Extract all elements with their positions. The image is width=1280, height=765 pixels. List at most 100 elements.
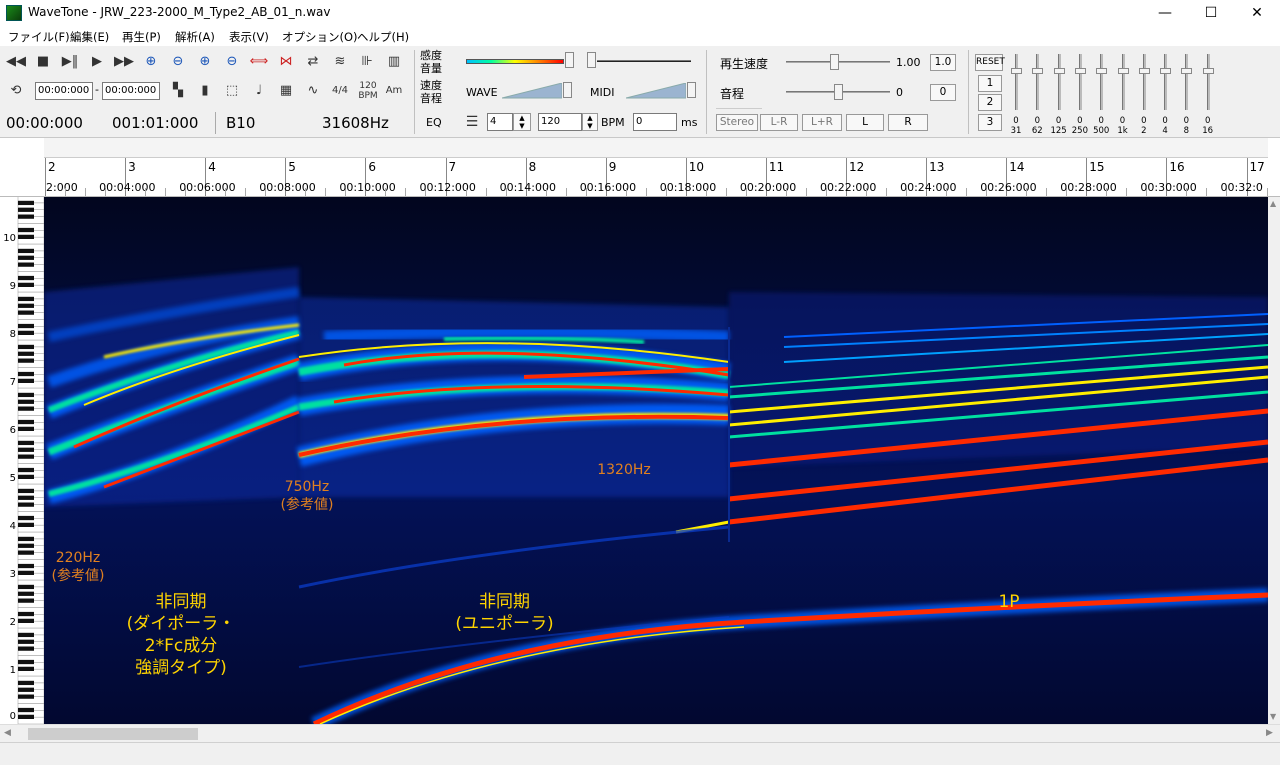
zoom-out-vertical-icon[interactable]: ⊖ xyxy=(222,52,242,72)
black-key[interactable] xyxy=(18,262,34,267)
black-key[interactable] xyxy=(18,392,34,398)
eq-preset-1-button[interactable]: 1 xyxy=(978,75,1002,92)
table-icon[interactable]: ▦ xyxy=(276,81,296,101)
black-key[interactable] xyxy=(18,310,34,315)
right-channel-button[interactable]: R xyxy=(888,114,928,131)
black-key[interactable] xyxy=(18,488,34,494)
menu-file[interactable]: ファイル(F) xyxy=(8,29,70,45)
black-key[interactable] xyxy=(18,323,34,329)
black-key[interactable] xyxy=(18,406,34,411)
pause-play-icon[interactable]: ▶‖ xyxy=(60,52,80,72)
black-key[interactable] xyxy=(18,282,34,287)
scroll-up-icon[interactable]: ▲ xyxy=(1270,199,1278,208)
spectrum-icon[interactable]: ⊪ xyxy=(357,52,377,72)
close-button[interactable]: ✕ xyxy=(1234,0,1280,26)
l-minus-r-button[interactable]: L-R xyxy=(760,114,798,131)
black-key[interactable] xyxy=(18,618,34,623)
black-key[interactable] xyxy=(18,248,34,254)
eq-band-slider[interactable] xyxy=(1032,50,1044,116)
eq-band-slider[interactable] xyxy=(1053,50,1065,116)
black-key[interactable] xyxy=(18,330,34,335)
fast-forward-icon[interactable]: ▶▶ xyxy=(114,52,134,72)
black-key[interactable] xyxy=(18,426,34,431)
bpm-button[interactable]: 120 BPM xyxy=(356,81,380,101)
black-key[interactable] xyxy=(18,714,34,719)
bpm-spinner[interactable]: ▲ ▼ xyxy=(582,113,598,131)
black-key[interactable] xyxy=(18,467,34,473)
key-button[interactable]: Am xyxy=(384,81,404,101)
menu-edit[interactable]: 編集(E) xyxy=(70,29,109,45)
wave-slider-thumb[interactable] xyxy=(563,82,572,98)
black-key[interactable] xyxy=(18,399,34,404)
black-key[interactable] xyxy=(18,707,34,713)
black-key[interactable] xyxy=(18,570,34,575)
ms-field[interactable]: 0 xyxy=(633,113,677,131)
black-key[interactable] xyxy=(18,351,34,356)
scroll-right-icon[interactable]: ▶ xyxy=(1266,728,1273,738)
select-icon[interactable]: ⬚ xyxy=(222,81,242,101)
waveform-icon[interactable]: ≋ xyxy=(330,52,350,72)
horizontal-scrollbar[interactable]: ◀ ▶ xyxy=(0,724,1280,742)
range-start-field[interactable]: 00:00:000 xyxy=(35,82,93,100)
menu-analyze[interactable]: 解析(A) xyxy=(175,29,215,45)
scroll-left-icon[interactable]: ◀ xyxy=(4,728,11,738)
black-key[interactable] xyxy=(18,474,34,479)
scroll-down-icon[interactable]: ▼ xyxy=(1270,712,1278,721)
black-key[interactable] xyxy=(18,502,34,507)
stop-icon[interactable]: ■ xyxy=(33,52,53,72)
marker-icon[interactable]: ▮ xyxy=(195,81,215,101)
black-key[interactable] xyxy=(18,358,34,363)
zoom-in-horizontal-icon[interactable]: ⊕ xyxy=(141,52,161,72)
curve-icon[interactable]: ∿ xyxy=(303,81,323,101)
black-key[interactable] xyxy=(18,255,34,260)
list-icon[interactable]: ☰ xyxy=(462,112,482,132)
grid-icon[interactable]: ▚ xyxy=(168,81,188,101)
piano-keyboard[interactable]: 10 9 8 7 6 5 4 3 2 1 0 xyxy=(0,197,44,724)
black-key[interactable] xyxy=(18,200,34,206)
note-icon[interactable]: ♩ xyxy=(249,81,269,101)
sensitivity-slider-thumb[interactable] xyxy=(565,52,574,68)
midi-slider-thumb[interactable] xyxy=(687,82,696,98)
vertical-scrollbar[interactable]: ▲ ▼ xyxy=(1268,197,1280,724)
loop-icon[interactable]: ⟲ xyxy=(6,81,26,101)
black-key[interactable] xyxy=(18,598,34,603)
spectrogram-view[interactable]: 220Hz (参考値) 750Hz (参考値) 1320Hz 非同期 (ダイポー… xyxy=(44,197,1268,724)
l-plus-r-button[interactable]: L+R xyxy=(802,114,842,131)
menu-options[interactable]: オプション(O) xyxy=(282,29,358,45)
black-key[interactable] xyxy=(18,639,34,644)
black-key[interactable] xyxy=(18,371,34,377)
black-key[interactable] xyxy=(18,234,34,239)
black-key[interactable] xyxy=(18,275,34,281)
pitch-slider-thumb[interactable] xyxy=(834,84,843,100)
play-speed-reset-button[interactable]: 1.0 xyxy=(930,54,956,71)
black-key[interactable] xyxy=(18,296,34,302)
range-end-field[interactable]: 00:00:000 xyxy=(102,82,160,100)
stereo-button[interactable]: Stereo xyxy=(716,114,758,131)
black-key[interactable] xyxy=(18,440,34,446)
black-key[interactable] xyxy=(18,632,34,638)
eq-band-slider[interactable] xyxy=(1202,50,1214,116)
eq-band-slider[interactable] xyxy=(1117,50,1129,116)
app-icon[interactable] xyxy=(6,5,22,21)
volume-slider-track[interactable] xyxy=(597,60,691,62)
black-key[interactable] xyxy=(18,227,34,233)
black-key[interactable] xyxy=(18,207,34,212)
swap-icon[interactable]: ⇄ xyxy=(303,52,323,72)
black-key[interactable] xyxy=(18,378,34,383)
bpm-field[interactable]: 120 xyxy=(538,113,582,131)
black-key[interactable] xyxy=(18,214,34,219)
eq-band-slider[interactable] xyxy=(1160,50,1172,116)
eq-band-slider[interactable] xyxy=(1096,50,1108,116)
black-key[interactable] xyxy=(18,522,34,527)
book-icon[interactable]: ▥ xyxy=(384,52,404,72)
eq-band-slider[interactable] xyxy=(1138,50,1150,116)
black-key[interactable] xyxy=(18,694,34,699)
midi-volume-ramp[interactable] xyxy=(626,83,686,99)
black-key[interactable] xyxy=(18,344,34,350)
shrink-horizontal-icon[interactable]: ⋈ xyxy=(276,52,296,72)
left-channel-button[interactable]: L xyxy=(846,114,884,131)
black-key[interactable] xyxy=(18,454,34,459)
black-key[interactable] xyxy=(18,584,34,590)
wave-volume-ramp[interactable] xyxy=(502,83,562,99)
menu-view[interactable]: 表示(V) xyxy=(229,29,269,45)
